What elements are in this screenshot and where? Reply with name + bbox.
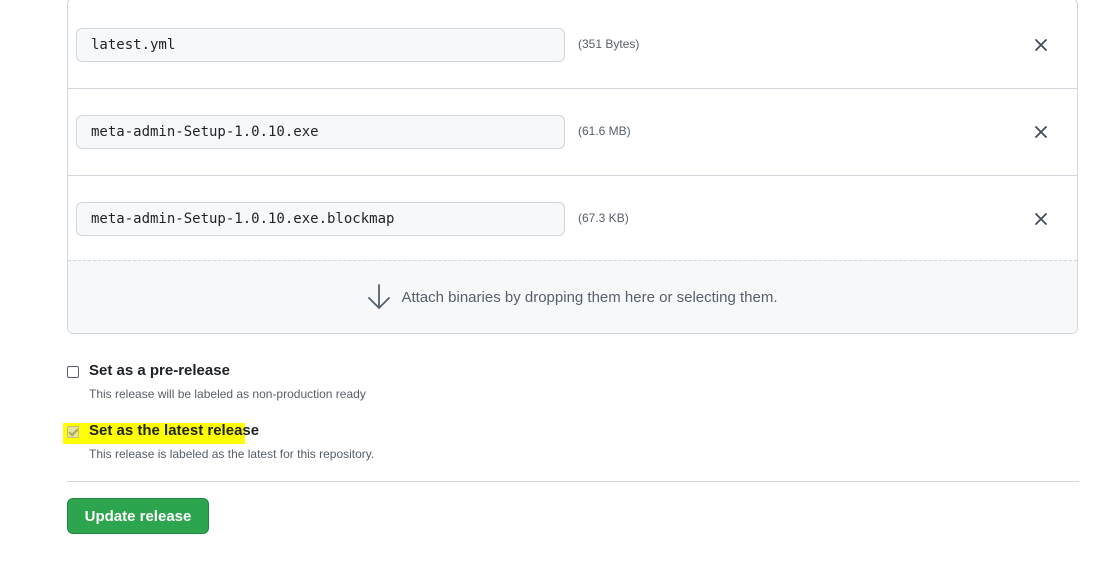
prerelease-label[interactable]: Set as a pre-release	[89, 362, 230, 379]
asset-filename-input[interactable]: latest.yml	[76, 28, 565, 62]
arrow-down-icon	[367, 283, 391, 311]
binary-dropzone[interactable]: Attach binaries by dropping them here or…	[68, 260, 1077, 333]
asset-size: (61.6 MB)	[578, 124, 631, 138]
update-release-button[interactable]: Update release	[67, 498, 209, 534]
latest-release-checkbox[interactable]	[67, 426, 79, 438]
prerelease-checkbox[interactable]	[67, 366, 79, 378]
asset-size: (351 Bytes)	[578, 37, 640, 51]
divider	[67, 481, 1079, 482]
asset-filename-input[interactable]: meta-admin-Setup-1.0.10.exe.blockmap	[76, 202, 565, 236]
prerelease-description: This release will be labeled as non-prod…	[89, 387, 366, 401]
close-icon[interactable]	[1031, 35, 1051, 55]
dropzone-text: Attach binaries by dropping them here or…	[401, 288, 778, 306]
asset-filename-input[interactable]: meta-admin-Setup-1.0.10.exe	[76, 115, 565, 149]
close-icon[interactable]	[1031, 122, 1051, 142]
asset-size: (67.3 KB)	[578, 211, 629, 225]
assets-list: latest.yml (351 Bytes) meta-admin-Setup-…	[67, 0, 1078, 334]
asset-row: meta-admin-Setup-1.0.10.exe.blockmap (67…	[68, 176, 1077, 263]
release-form: latest.yml (351 Bytes) meta-admin-Setup-…	[0, 0, 1107, 561]
asset-row: latest.yml (351 Bytes)	[68, 0, 1077, 89]
asset-row: meta-admin-Setup-1.0.10.exe (61.6 MB)	[68, 89, 1077, 176]
latest-release-description: This release is labeled as the latest fo…	[89, 447, 375, 461]
latest-release-label[interactable]: Set as the latest release	[89, 422, 259, 439]
close-icon[interactable]	[1031, 209, 1051, 229]
